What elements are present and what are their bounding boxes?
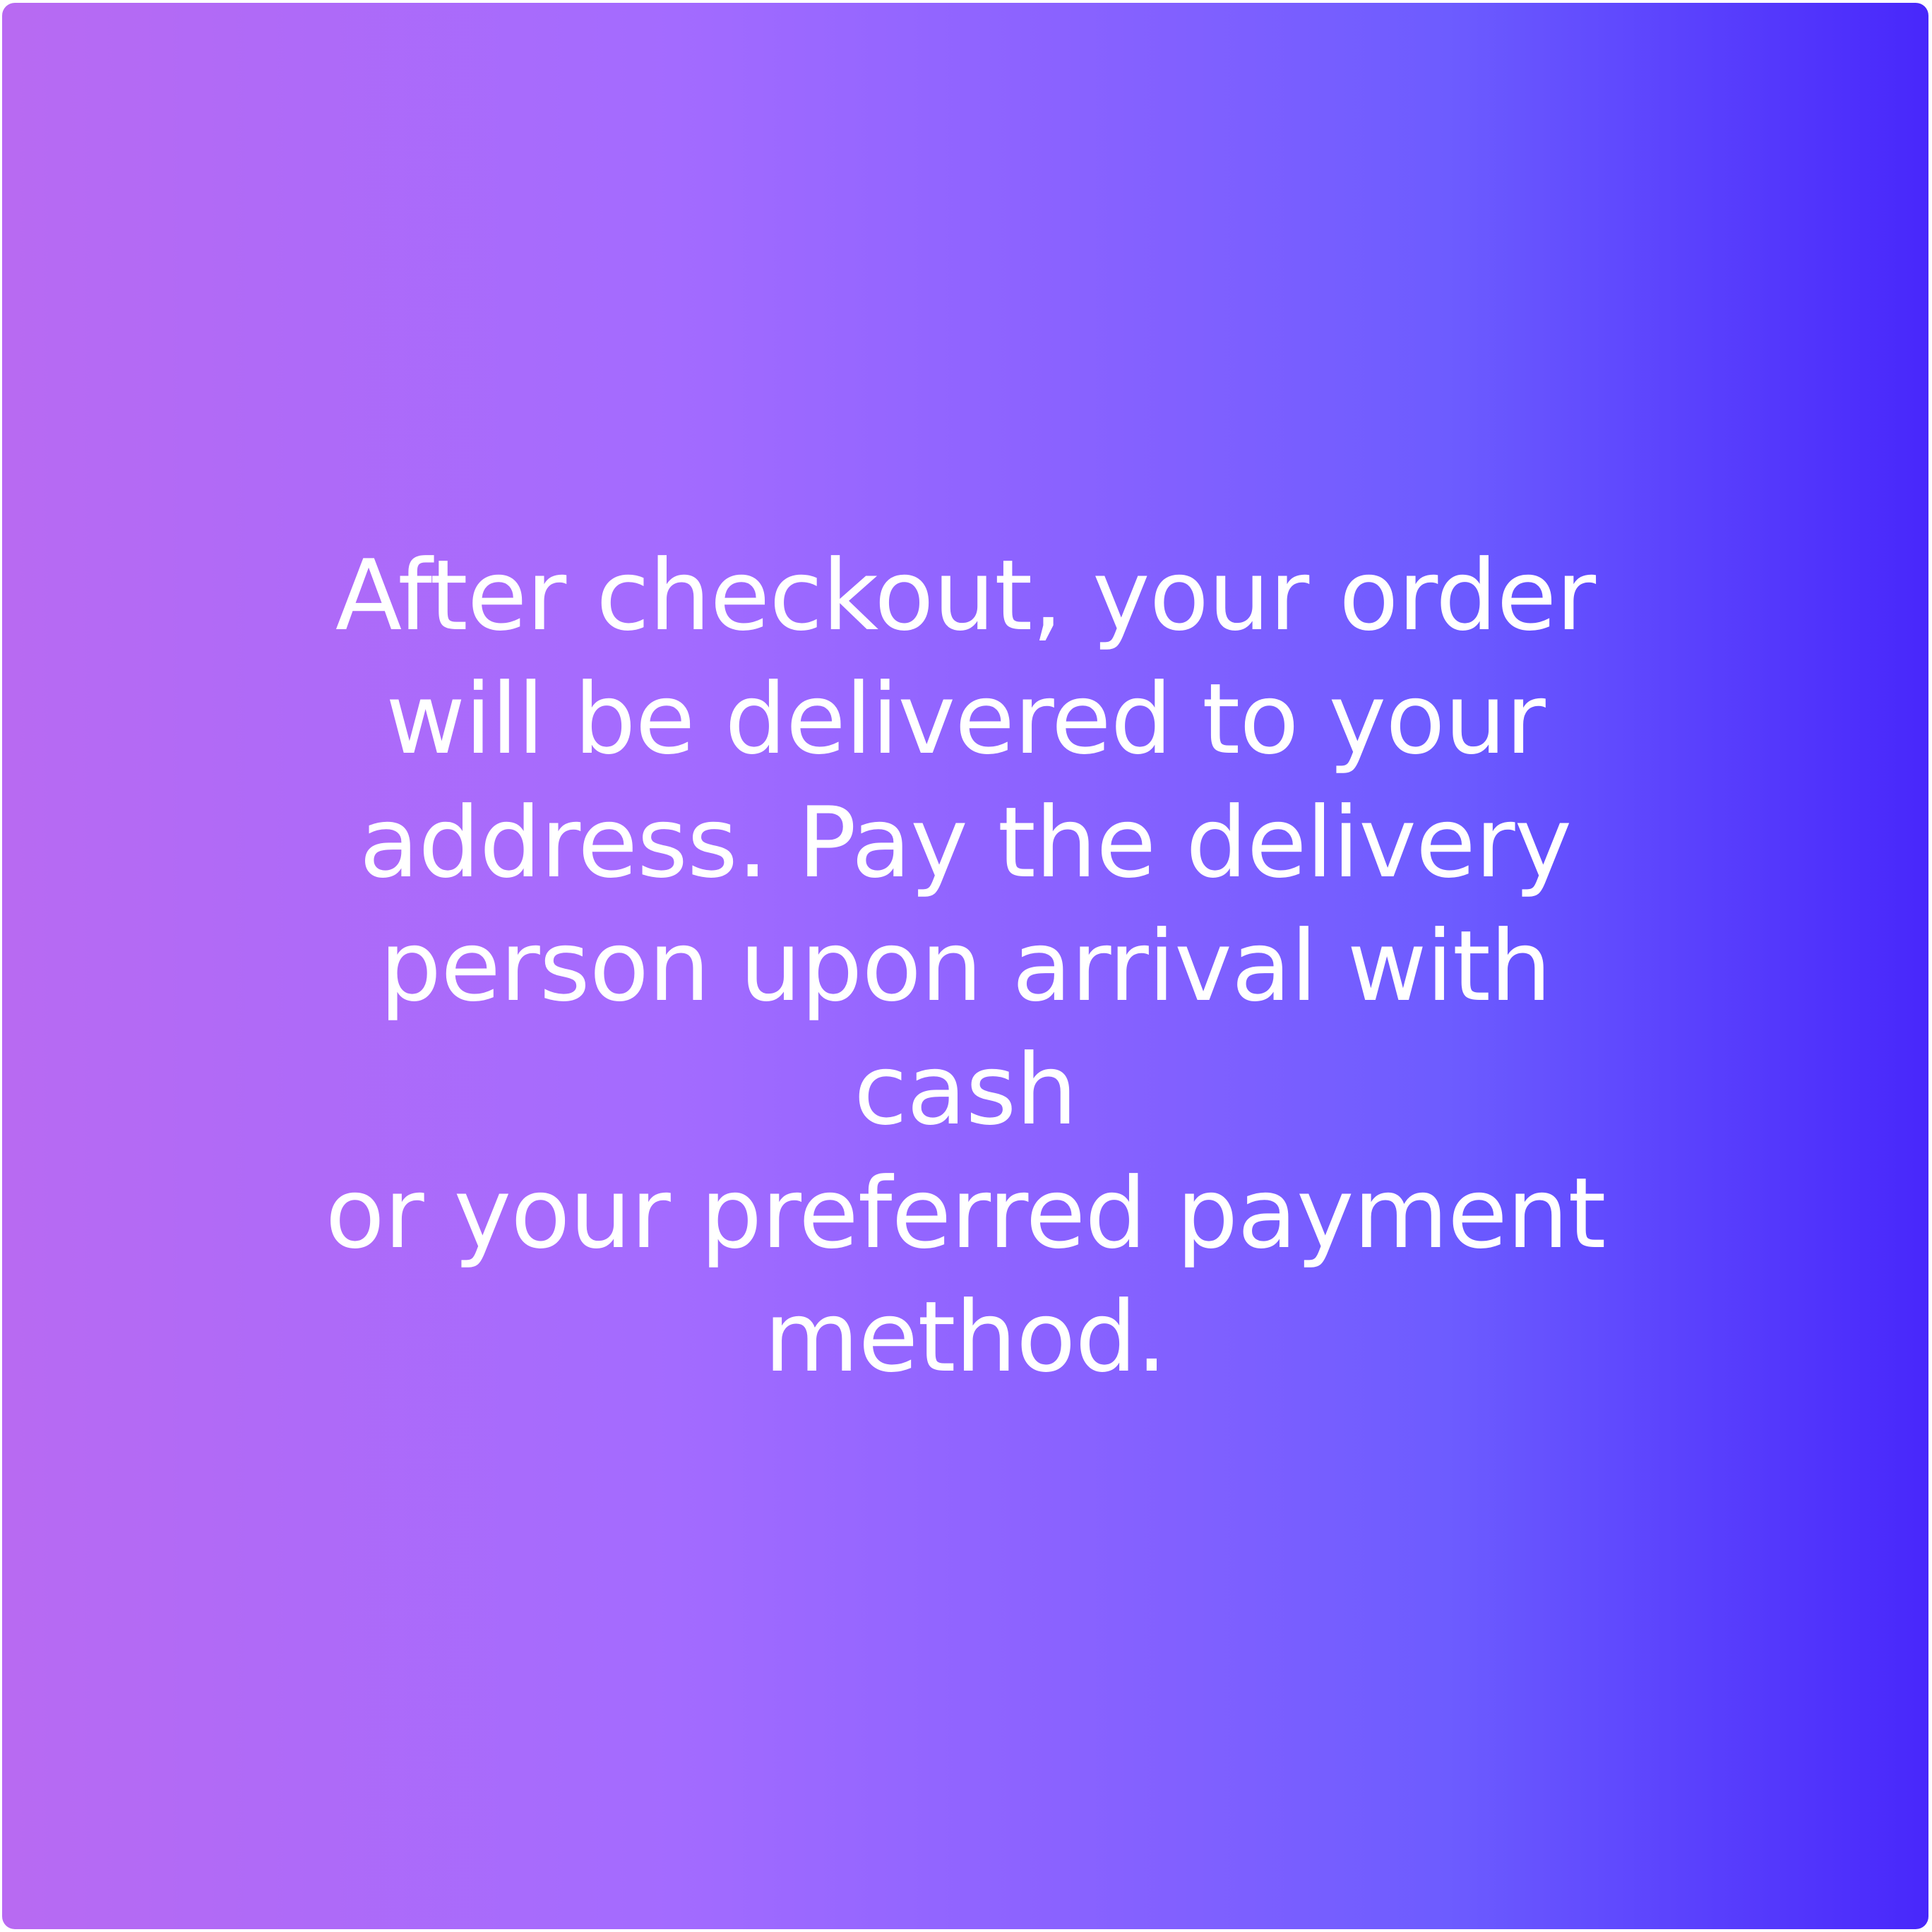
delivery-info-text: After checkout, your order will be deliv… [325, 539, 1606, 1394]
info-card: After checkout, your order will be deliv… [2, 3, 1928, 1929]
